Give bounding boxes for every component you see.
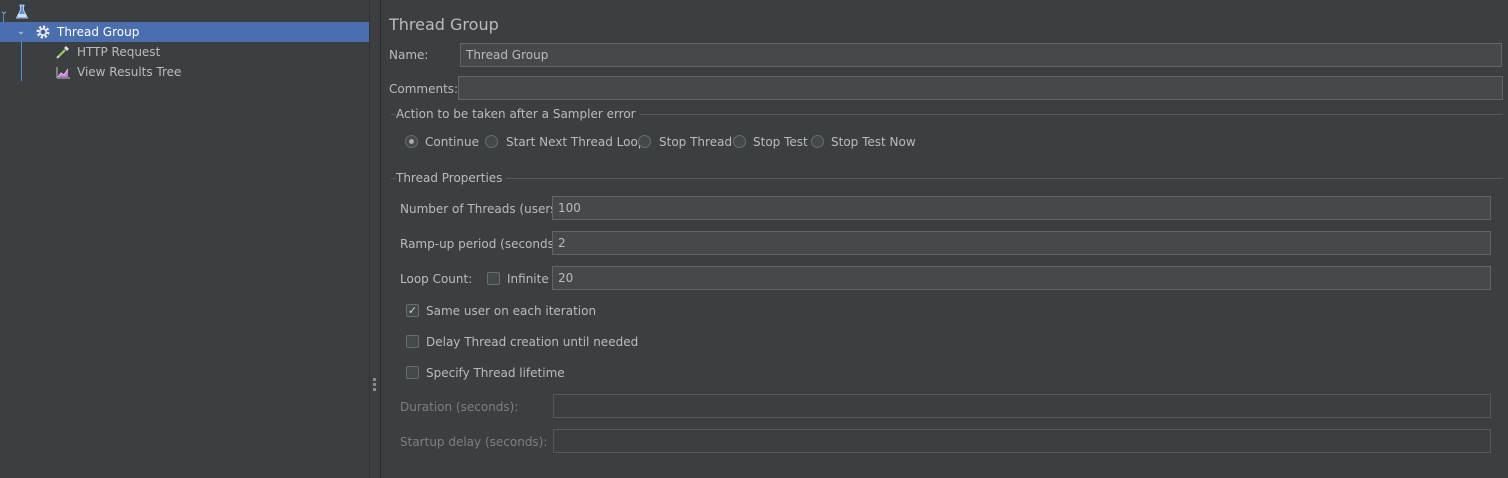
- same-user-checkbox[interactable]: ✓: [406, 304, 419, 317]
- page-title: Thread Group: [389, 15, 499, 34]
- pipette-icon: [55, 44, 71, 60]
- comments-field[interactable]: [458, 76, 1503, 100]
- flask-icon: [14, 4, 30, 20]
- radio-stop-test-now[interactable]: [811, 135, 824, 148]
- radio-stop-test-now-label[interactable]: Stop Test Now: [831, 134, 916, 150]
- thread-lifetime-checkbox[interactable]: [406, 366, 419, 379]
- radio-stop-thread[interactable]: [638, 135, 651, 148]
- panel-splitter[interactable]: [369, 0, 381, 478]
- chart-icon: [55, 64, 71, 80]
- threads-label: Number of Threads (users):: [400, 202, 566, 216]
- tree-root-row[interactable]: ⌄: [0, 2, 369, 22]
- loop-count-label: Loop Count:: [400, 272, 473, 286]
- tree-item-view-results-tree[interactable]: View Results Tree: [0, 62, 369, 82]
- startup-delay-label: Startup delay (seconds):: [400, 435, 548, 449]
- delay-thread-checkbox[interactable]: [406, 335, 419, 348]
- chevron-down-icon[interactable]: ⌄: [0, 2, 10, 22]
- thread-group-panel: Thread Group Name: Comments: Action to b…: [381, 0, 1508, 478]
- radio-start-next-thread-loop[interactable]: [485, 135, 498, 148]
- tree-item-label: View Results Tree: [77, 65, 182, 79]
- radio-start-next-thread-loop-label[interactable]: Start Next Thread Loop: [506, 134, 645, 150]
- drag-handle-icon: [373, 378, 377, 393]
- duration-label: Duration (seconds):: [400, 400, 519, 414]
- thread-lifetime-label[interactable]: Specify Thread lifetime: [426, 365, 565, 381]
- name-label: Name:: [389, 48, 429, 62]
- radio-continue-label[interactable]: Continue: [425, 134, 479, 150]
- tree-item-label: HTTP Request: [77, 45, 161, 59]
- gear-icon: [35, 24, 51, 40]
- tree-item-http-request[interactable]: HTTP Request: [0, 42, 369, 62]
- comments-label: Comments:: [389, 82, 459, 96]
- sampler-error-title: Action to be taken after a Sampler error: [396, 106, 640, 122]
- infinite-checkbox[interactable]: [487, 272, 500, 285]
- tree-item-label: Thread Group: [57, 25, 140, 39]
- rampup-field[interactable]: [552, 231, 1491, 255]
- thread-properties-title: Thread Properties: [396, 170, 507, 186]
- chevron-down-icon[interactable]: ⌄: [15, 22, 27, 42]
- infinite-label[interactable]: Infinite: [507, 271, 549, 287]
- name-field[interactable]: [460, 43, 1502, 67]
- rampup-label: Ramp-up period (seconds):: [400, 237, 563, 251]
- radio-stop-thread-label[interactable]: Stop Thread: [659, 134, 732, 150]
- threads-field[interactable]: [552, 196, 1491, 220]
- same-user-label[interactable]: Same user on each iteration: [426, 303, 596, 319]
- test-plan-tree[interactable]: ⌄ ⌄ Thread Group HTTP Request View Resul…: [0, 0, 369, 478]
- loop-count-field[interactable]: [552, 266, 1491, 290]
- radio-stop-test[interactable]: [733, 135, 746, 148]
- startup-delay-field[interactable]: [553, 429, 1491, 453]
- radio-stop-test-label[interactable]: Stop Test: [753, 134, 808, 150]
- tree-item-thread-group[interactable]: ⌄ Thread Group: [0, 22, 369, 42]
- delay-thread-label[interactable]: Delay Thread creation until needed: [426, 334, 638, 350]
- section-divider: [391, 178, 1503, 179]
- duration-field[interactable]: [553, 394, 1491, 418]
- tree-connector: [3, 14, 4, 22]
- radio-continue[interactable]: [405, 135, 418, 148]
